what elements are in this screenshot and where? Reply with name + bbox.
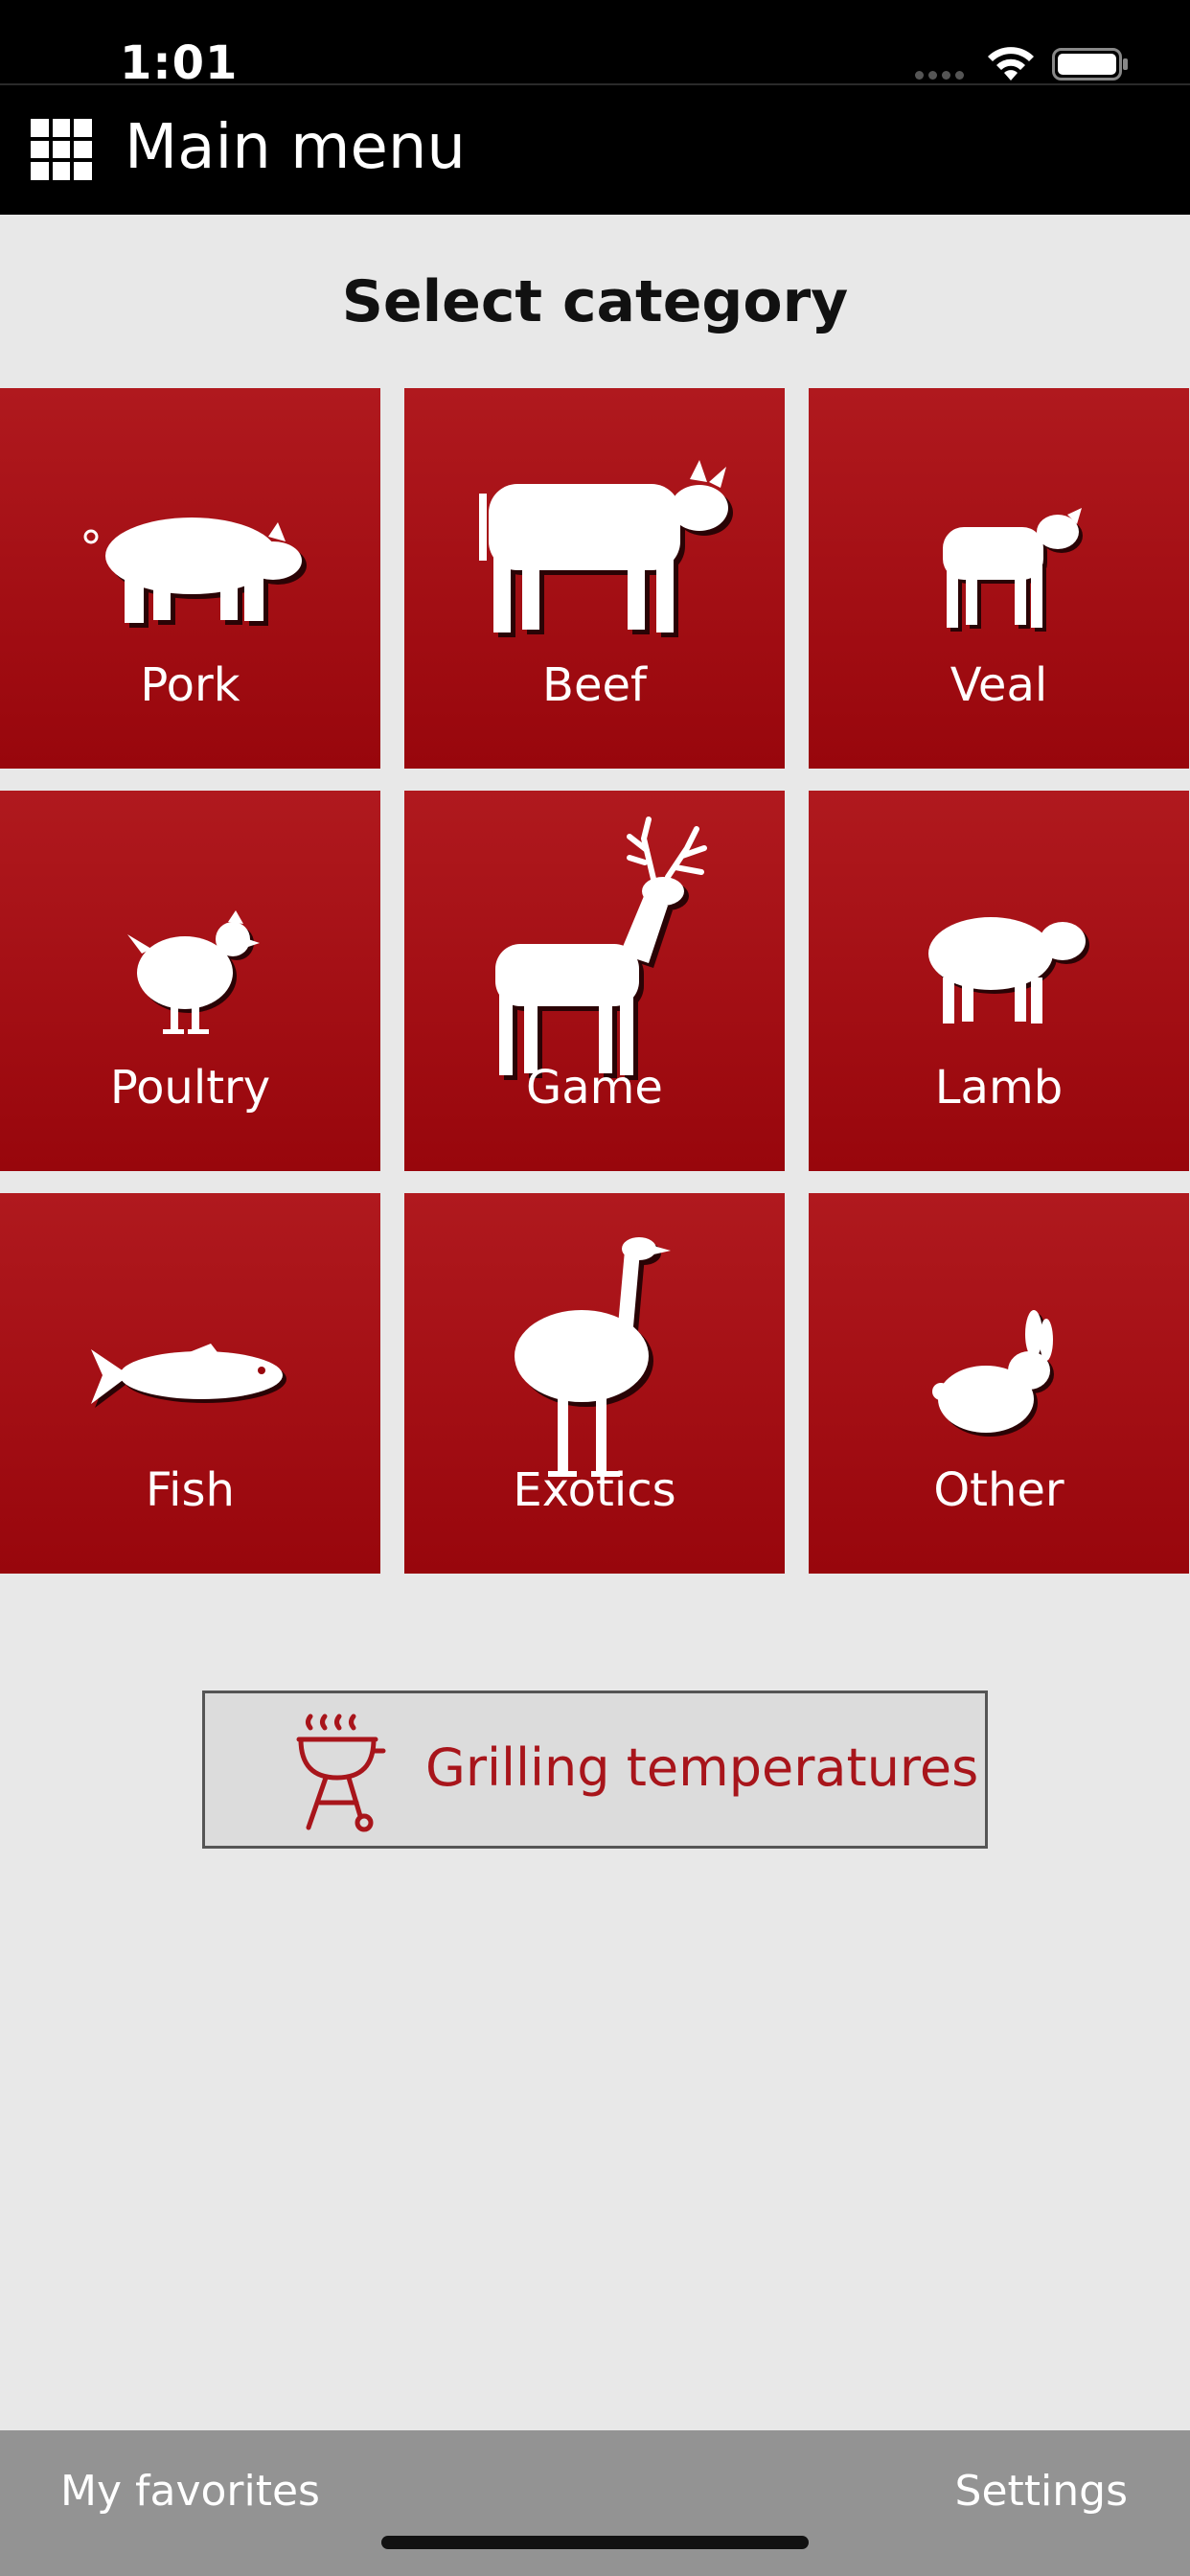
category-tile-lamb[interactable]: Lamb — [809, 791, 1189, 1171]
category-label: Lamb — [934, 1061, 1064, 1115]
page-title: Select category — [341, 268, 849, 335]
category-label: Veal — [950, 658, 1048, 712]
sheep-icon — [928, 917, 1089, 1024]
category-tile-game[interactable]: Game — [404, 791, 785, 1171]
battery-icon — [1052, 48, 1128, 80]
category-tile-beef[interactable]: Beef — [404, 388, 785, 769]
calf-icon — [943, 508, 1083, 632]
category-label: Beef — [542, 658, 647, 712]
settings-link[interactable]: Settings — [955, 2467, 1128, 2516]
bottom-bar: My favorites Settings — [0, 2430, 1190, 2576]
grid-menu-icon[interactable] — [31, 119, 92, 180]
ostrich-icon — [515, 1237, 671, 1477]
category-tile-fish[interactable]: Fish — [0, 1193, 380, 1574]
grilling-temperatures-button[interactable]: Grilling temperatures — [202, 1690, 988, 1849]
category-label: Fish — [146, 1463, 235, 1517]
category-label: Game — [526, 1061, 663, 1115]
category-tile-other[interactable]: Other — [809, 1193, 1189, 1574]
cellular-signal-icon — [915, 71, 964, 80]
cow-icon — [479, 460, 733, 637]
rabbit-icon — [932, 1310, 1054, 1437]
category-label: Poultry — [109, 1061, 271, 1115]
grill-icon — [296, 1714, 386, 1832]
my-favorites-link[interactable]: My favorites — [60, 2467, 320, 2516]
category-label: Pork — [140, 658, 240, 712]
category-tile-pork[interactable]: Pork — [0, 388, 380, 769]
fish-icon — [91, 1344, 286, 1408]
pig-icon — [83, 518, 307, 628]
category-tile-exotics[interactable]: Exotics — [404, 1193, 785, 1574]
home-indicator — [381, 2536, 809, 2549]
status-time: 1:01 — [120, 36, 239, 90]
deer-icon — [495, 816, 707, 1080]
category-label: Exotics — [513, 1463, 676, 1517]
app-header: Main menu — [0, 85, 1190, 215]
chicken-icon — [127, 910, 260, 1034]
wifi-icon — [988, 47, 1034, 80]
category-tile-poultry[interactable]: Poultry — [0, 791, 380, 1171]
header-title: Main menu — [125, 112, 466, 183]
status-bar: 1:01 — [0, 0, 1190, 90]
grilling-temperatures-label: Grilling temperatures — [425, 1737, 979, 1798]
category-label: Other — [933, 1463, 1064, 1517]
category-tile-veal[interactable]: Veal — [809, 388, 1189, 769]
